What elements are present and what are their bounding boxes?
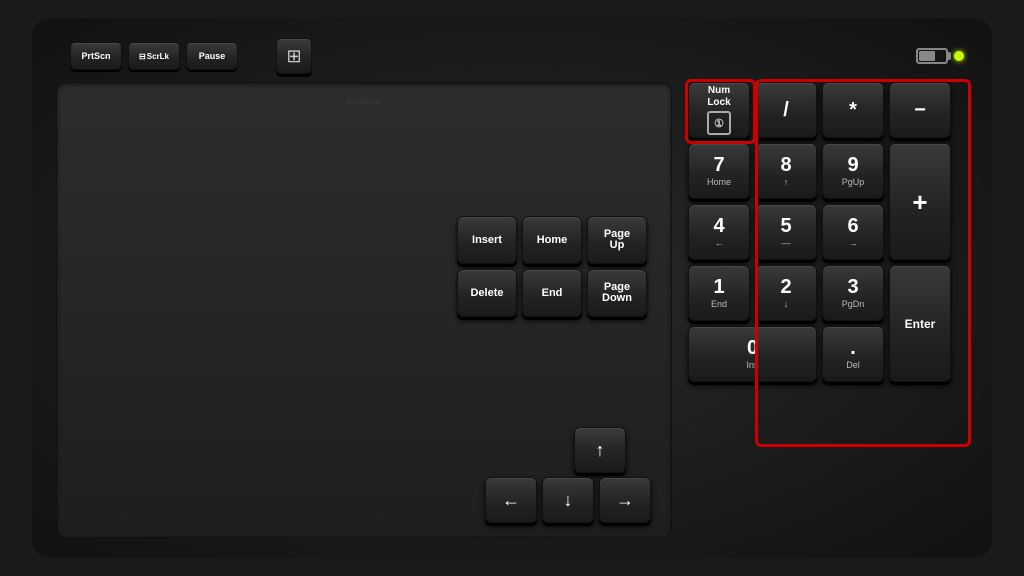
nav-row-1: Insert Home PageUp	[457, 216, 657, 264]
numpad-1-key-sub: End	[711, 299, 727, 309]
numpad-9-key-main: 9	[847, 155, 858, 175]
numpad-5-key[interactable]: 5 —	[755, 204, 817, 260]
numlock-label: NumLock	[707, 85, 730, 109]
end-label: End	[542, 288, 563, 299]
numpad-0-key[interactable]: 0 Ins	[688, 326, 817, 382]
insert-label: Insert	[472, 235, 502, 246]
numpad-1-key-main: 1	[713, 277, 724, 297]
numpad-enter-key[interactable]: Enter	[889, 265, 951, 382]
delete-label: Delete	[470, 288, 503, 299]
pagedown-label: PageDown	[602, 282, 632, 304]
numpad-asterisk-key[interactable]: *	[822, 82, 884, 138]
numpad-7-key[interactable]: 7 Home	[688, 143, 750, 199]
numpad-minus-key[interactable]: −	[889, 82, 951, 138]
numpad-0-key-main: 0	[747, 338, 758, 358]
numpad-4-key[interactable]: 4 ←	[688, 204, 750, 260]
numpad-plus-key[interactable]: +	[889, 143, 951, 260]
arrow-up-row: ↑	[485, 427, 657, 473]
end-key[interactable]: End	[522, 269, 582, 317]
scrlk-icon: ⊟	[139, 52, 146, 61]
numpad-asterisk-key-main: *	[849, 100, 857, 120]
arrow-up-label: ↑	[596, 441, 605, 459]
pageup-key[interactable]: PageUp	[587, 216, 647, 264]
home-key[interactable]: Home	[522, 216, 582, 264]
insert-key[interactable]: Insert	[457, 216, 517, 264]
keyboard-body-label: keyboard	[71, 97, 657, 106]
arrow-bottom-row: ← ↓ →	[485, 477, 657, 523]
numpad-dot-key[interactable]: . Del	[822, 326, 884, 382]
numpad-dot-key-main: .	[850, 338, 856, 358]
numpad-minus-key-main: −	[914, 100, 926, 120]
numpad-enter-key-main: Enter	[905, 318, 936, 330]
numlock-icon: ①	[707, 111, 731, 135]
numpad-4-key-main: 4	[713, 216, 724, 236]
pageup-label: PageUp	[604, 229, 630, 251]
arrow-cluster: ↑ ← ↓ →	[485, 427, 657, 523]
scrlk-label: ScrLk	[147, 52, 169, 61]
numpad-8-key[interactable]: 8 ↑	[755, 143, 817, 199]
arrow-right-label: →	[616, 491, 634, 509]
numpad-2-key-main: 2	[780, 277, 791, 297]
nav-cluster: Insert Home PageUp Delete End PageDown	[457, 216, 657, 317]
top-row: PrtScn ⊟ ScrLk Pause ⊞	[56, 38, 968, 74]
delete-key[interactable]: Delete	[457, 269, 517, 317]
numpad-2-key[interactable]: 2 ↓	[755, 265, 817, 321]
numpad-6-key-main: 6	[847, 216, 858, 236]
calculator-key[interactable]: ⊞	[276, 38, 312, 74]
scrlk-key[interactable]: ⊟ ScrLk	[128, 42, 180, 70]
numpad-0-key-sub: Ins	[746, 360, 758, 370]
left-section: keyboard Insert Home PageUp Delete End	[56, 82, 968, 538]
arrow-left-key[interactable]: ←	[485, 477, 537, 523]
special-keys-group: PrtScn ⊟ ScrLk Pause	[70, 42, 238, 70]
battery-icon	[916, 48, 948, 64]
numpad-3-key[interactable]: 3 PgDn	[822, 265, 884, 321]
numpad-9-key[interactable]: 9 PgUp	[822, 143, 884, 199]
numpad-2-key-sub: ↓	[784, 299, 789, 309]
calculator-icon: ⊞	[286, 46, 301, 67]
numpad-6-key-sub: →	[849, 238, 858, 248]
arrow-down-label: ↓	[564, 491, 573, 509]
numpad-slash-key-main: /	[783, 100, 789, 120]
numpad-3-key-sub: PgDn	[842, 299, 865, 309]
numlock-key[interactable]: NumLock ①	[688, 82, 750, 138]
numpad-8-key-sub: ↑	[784, 177, 789, 187]
numpad-4-key-sub: ←	[715, 238, 724, 248]
main-area: keyboard Insert Home PageUp Delete End	[56, 82, 968, 538]
pagedown-key[interactable]: PageDown	[587, 269, 647, 317]
numpad-slash-key[interactable]: /	[755, 82, 817, 138]
keyboard: PrtScn ⊟ ScrLk Pause ⊞	[32, 18, 992, 558]
numpad-8-key-main: 8	[780, 155, 791, 175]
pause-key[interactable]: Pause	[186, 42, 238, 70]
numpad-7-key-sub: Home	[707, 177, 731, 187]
nav-row-2: Delete End PageDown	[457, 269, 657, 317]
numpad-5-key-main: 5	[780, 216, 791, 236]
prtscn-key[interactable]: PrtScn	[70, 42, 122, 70]
numpad-9-key-sub: PgUp	[842, 177, 865, 187]
numpad-3-key-main: 3	[847, 277, 858, 297]
numpad-1-key[interactable]: 1 End	[688, 265, 750, 321]
home-label: Home	[537, 235, 568, 246]
numpad-section: NumLock ① / * − 7 Home 8 ↑ 9 PgUp +	[688, 82, 968, 538]
numpad-plus-key-main: +	[912, 189, 927, 215]
battery-fill	[919, 51, 935, 61]
numpad-dot-key-sub: Del	[846, 360, 860, 370]
arrow-down-key[interactable]: ↓	[542, 477, 594, 523]
numpad-5-key-sub: —	[782, 238, 791, 248]
arrow-left-label: ←	[502, 491, 520, 509]
arrow-right-key[interactable]: →	[599, 477, 651, 523]
numpad-7-key-main: 7	[713, 155, 724, 175]
arrow-up-key[interactable]: ↑	[574, 427, 626, 473]
battery-area	[916, 48, 964, 64]
numpad-6-key[interactable]: 6 →	[822, 204, 884, 260]
numpad-grid: NumLock ① / * − 7 Home 8 ↑ 9 PgUp +	[688, 82, 968, 382]
led-indicator	[954, 51, 964, 61]
